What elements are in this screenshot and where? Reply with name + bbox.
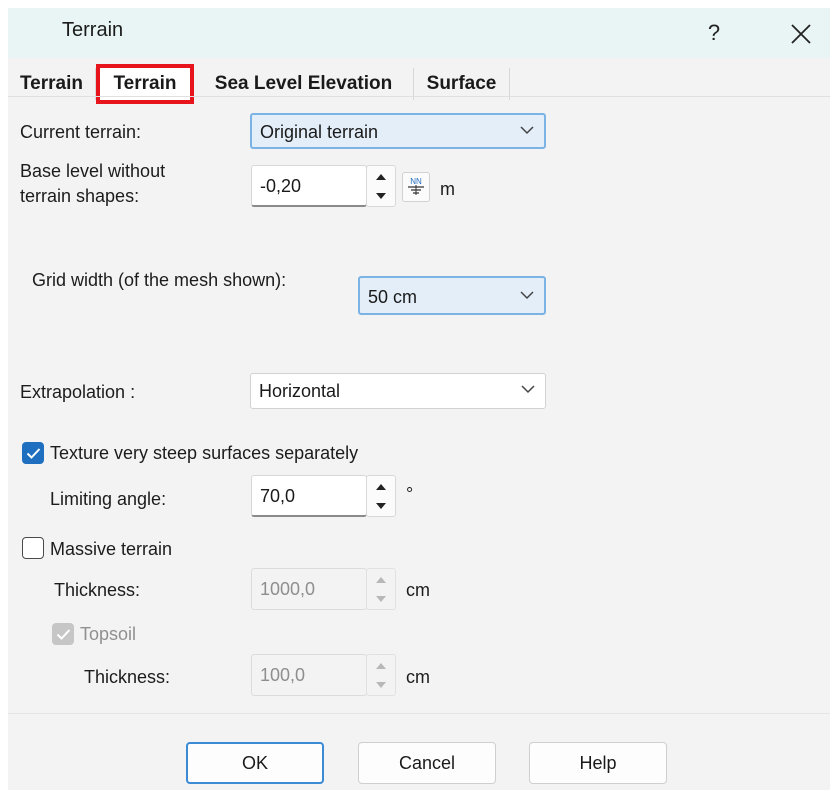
massive-thickness-value: 1000,0 (260, 579, 316, 599)
grid-width-label: Grid width (of the mesh shown): (32, 270, 287, 290)
nn-icon-text: NN (410, 177, 422, 186)
limiting-angle-unit: ° (406, 484, 414, 504)
topsoil-thickness-stepper (366, 654, 396, 696)
current-terrain-select[interactable]: Original terrain (250, 113, 546, 149)
topsoil-thickness-input: 100,0 (251, 654, 367, 696)
sea-level-nn-icon: NN (408, 177, 424, 195)
texture-steep-label[interactable]: Texture very steep surfaces separately (50, 441, 358, 465)
spin-up-icon (376, 663, 386, 669)
footer-divider (8, 713, 830, 714)
spin-up-icon (376, 577, 386, 583)
topsoil-thickness-label: Thickness: (84, 667, 171, 687)
extrapolation-value: Horizontal (259, 381, 341, 401)
base-level-stepper (366, 165, 396, 207)
massive-terrain-label[interactable]: Massive terrain (50, 537, 172, 561)
terrain-dialog: Terrain ? Terrain Terrain Sea Level Elev… (8, 8, 830, 790)
chevron-down-icon (520, 291, 534, 300)
chevron-down-icon (520, 126, 534, 135)
limiting-angle-label: Limiting angle: (50, 489, 167, 509)
spin-down-icon[interactable] (371, 187, 391, 204)
base-level-label-line1: Base level without (20, 161, 166, 181)
tab-bar: Terrain Terrain Sea Level Elevation Surf… (8, 64, 830, 106)
close-button[interactable] (778, 12, 822, 54)
massive-thickness-unit: cm (406, 580, 430, 600)
massive-thickness-label: Thickness: (54, 580, 141, 600)
base-level-input[interactable]: -0,20 (251, 165, 367, 207)
cancel-button[interactable]: Cancel (358, 742, 496, 784)
limiting-angle-stepper (366, 475, 396, 517)
nn-reference-button[interactable]: NN (402, 172, 430, 202)
extrapolation-select[interactable]: Horizontal (250, 373, 546, 409)
limiting-angle-input[interactable]: 70,0 (251, 475, 367, 517)
close-icon (791, 24, 811, 44)
texture-steep-checkbox[interactable] (22, 442, 44, 464)
extrapolation-label: Extrapolation : (20, 382, 136, 402)
checkmark-icon (26, 448, 41, 459)
checkmark-icon (56, 629, 71, 640)
chevron-down-icon (521, 385, 535, 394)
massive-thickness-stepper (366, 568, 396, 610)
topsoil-thickness-unit: cm (406, 667, 430, 687)
help-icon[interactable]: ? (694, 12, 734, 54)
spin-down-icon[interactable] (371, 497, 391, 514)
help-button[interactable]: Help (529, 742, 667, 784)
spin-down-icon (376, 682, 386, 688)
title-bar: Terrain ? (8, 8, 830, 58)
base-level-label-line2: terrain shapes: (20, 186, 140, 206)
spin-up-icon[interactable] (371, 169, 391, 186)
ok-button[interactable]: OK (186, 742, 324, 784)
topsoil-thickness-value: 100,0 (260, 665, 306, 685)
tab-divider (8, 96, 830, 97)
current-terrain-value: Original terrain (260, 122, 379, 142)
window-title: Terrain (62, 19, 124, 41)
topsoil-label: Topsoil (80, 624, 137, 644)
massive-terrain-checkbox[interactable] (22, 537, 44, 559)
base-level-unit: m (440, 179, 455, 199)
spin-down-icon (376, 596, 386, 602)
tab-terrain[interactable]: Terrain (96, 64, 194, 104)
massive-thickness-input: 1000,0 (251, 568, 367, 610)
base-level-value: -0,20 (260, 176, 302, 196)
spin-up-icon[interactable] (371, 479, 391, 496)
limiting-angle-value: 70,0 (260, 486, 296, 506)
grid-width-select[interactable]: 50 cm (358, 276, 546, 315)
current-terrain-label: Current terrain: (20, 122, 142, 142)
topsoil-checkbox (52, 623, 74, 645)
grid-width-value: 50 cm (368, 287, 418, 307)
